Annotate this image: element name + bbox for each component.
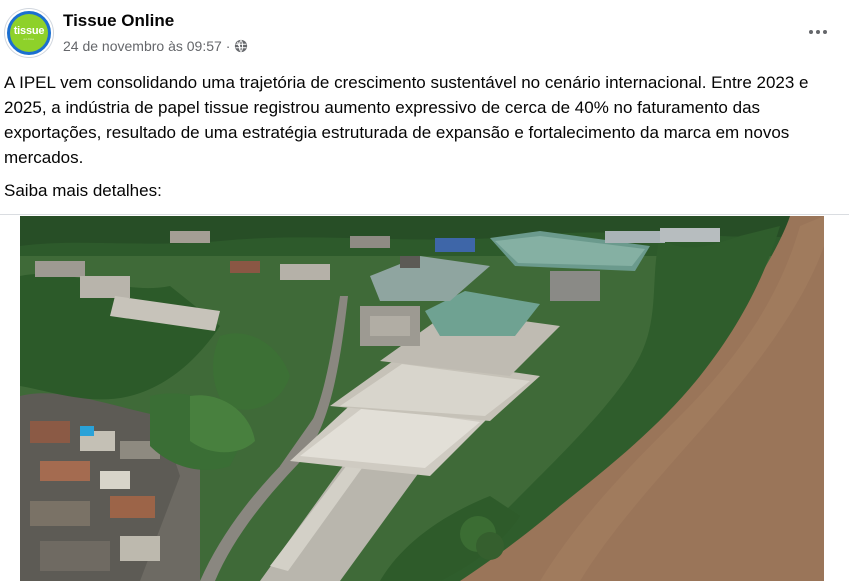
post-photo[interactable] [20,216,824,581]
logo-text: tissue [13,24,45,37]
post-body-text: A IPEL vem consolidando uma trajetória d… [4,73,809,167]
tissue-logo: tissue online [10,14,48,52]
aerial-factory-photo [20,216,824,581]
meta-separator: · [225,38,231,54]
post-timestamp[interactable]: 24 de novembro às 09:57 [63,37,222,55]
post-more-details: Saiba mais detalhes: [4,181,162,200]
page-avatar[interactable]: tissue online [5,9,53,57]
more-horizontal-icon [809,30,813,34]
logo-subtext: online [23,36,35,41]
globe-icon[interactable] [234,39,248,53]
more-options-button[interactable] [802,21,834,43]
media-divider [0,214,849,215]
post-header: tissue online Tissue Online 24 de novemb… [0,0,849,64]
post-meta: 24 de novembro às 09:57 · [63,37,248,55]
page-name-link[interactable]: Tissue Online [63,11,174,31]
